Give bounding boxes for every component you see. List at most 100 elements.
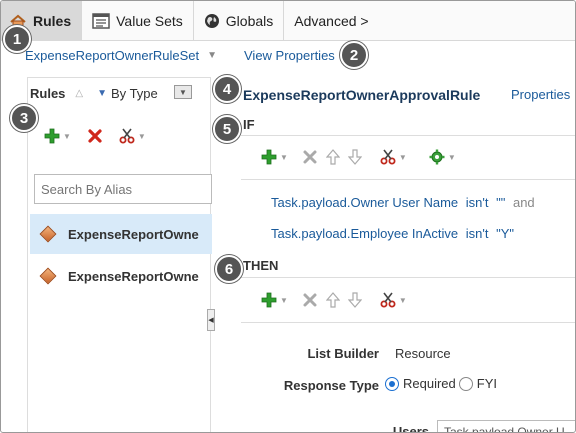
users-label: Users	[392, 424, 429, 433]
move-up-button[interactable]	[325, 292, 340, 308]
tab-globals-label: Globals	[225, 12, 274, 29]
sort-by-label: By Type	[111, 86, 158, 101]
tab-globals[interactable]: Globals	[194, 1, 285, 41]
value-sets-icon	[92, 12, 110, 29]
chevron-down-icon: ▼	[63, 131, 71, 141]
callout-badge: 6	[215, 255, 243, 283]
radio-required-label: Required	[403, 376, 456, 391]
delete-icon	[303, 150, 317, 164]
callout-badge: 2	[340, 41, 368, 69]
add-icon	[261, 292, 277, 308]
rules-list-panel: Rules △ ▼ By Type ▼ ▼ ▼ ExpenseReportOwn…	[27, 77, 212, 432]
chevron-down-icon: ▼	[398, 152, 407, 162]
add-icon	[44, 128, 60, 144]
cut-action-button[interactable]: ▼	[380, 292, 407, 308]
tab-advanced[interactable]: Advanced >	[284, 1, 378, 41]
cut-rule-button[interactable]: ▼	[119, 128, 146, 144]
cut-condition-button[interactable]: ▼	[380, 149, 407, 165]
arrow-up-icon	[325, 292, 340, 308]
rule-detail-panel: ExpenseReportOwnerApprovalRule Propertie…	[215, 77, 575, 433]
scissors-icon	[380, 292, 396, 308]
rule-list-item-label: ExpenseReportOwne	[68, 268, 199, 284]
callout-badge: 3	[10, 104, 38, 132]
users-input[interactable]: Task.payload.Owner U	[437, 420, 575, 432]
add-rule-button[interactable]: ▼	[44, 128, 71, 144]
top-tab-bar: Rules Value Sets Globals Advanced >	[1, 1, 575, 41]
sort-descending-icon[interactable]: ▼	[97, 88, 107, 99]
condition-operator[interactable]: isn't	[466, 195, 489, 210]
radio-fyi-label: FYI	[476, 376, 497, 391]
rules-list-header: Rules △ ▼ By Type	[30, 86, 158, 101]
radio-required[interactable]	[385, 376, 399, 391]
rule-icon	[39, 267, 57, 285]
if-section-label: IF	[243, 117, 255, 132]
add-condition-button[interactable]: ▼	[261, 149, 288, 165]
properties-link[interactable]: Properties	[511, 87, 570, 102]
add-action-button[interactable]: ▼	[261, 292, 288, 308]
chevron-down-icon: ▼	[447, 152, 456, 162]
condition-row[interactable]: Task.payload.Owner User Name isn't "" an…	[271, 195, 535, 210]
arrow-down-icon	[347, 292, 362, 308]
ruleset-selector[interactable]: ExpenseReportOwnerRuleSet ▼	[25, 48, 217, 63]
divider	[241, 135, 575, 136]
list-builder-value[interactable]: Resource	[395, 346, 451, 361]
chevron-down-icon: ▼	[207, 50, 218, 61]
move-down-button[interactable]	[347, 149, 362, 165]
condition-settings-button[interactable]: ▼	[429, 149, 456, 165]
condition-row[interactable]: Task.payload.Employee InActive isn't "Y"	[271, 226, 514, 241]
delete-rule-button[interactable]	[87, 128, 103, 144]
then-toolbar: ▼ ▼	[261, 292, 415, 308]
condition-value[interactable]: ""	[496, 195, 505, 210]
view-properties-link[interactable]: View Properties	[244, 48, 335, 63]
tab-value-sets[interactable]: Value Sets	[82, 1, 194, 41]
delete-condition-button[interactable]	[302, 149, 318, 165]
add-icon	[261, 149, 277, 165]
chevron-down-icon: ▼	[280, 295, 288, 305]
then-section-label: THEN	[243, 258, 279, 273]
search-by-alias-input[interactable]	[34, 174, 212, 204]
delete-icon	[88, 129, 102, 143]
condition-operator[interactable]: isn't	[466, 226, 489, 241]
rule-title: ExpenseReportOwnerApprovalRule	[243, 87, 481, 103]
callout-badge: 4	[213, 75, 241, 103]
tab-rules-label: Rules	[33, 12, 72, 29]
callout-badge: 1	[3, 25, 31, 53]
chevron-down-icon: ▼	[280, 152, 288, 162]
move-down-button[interactable]	[347, 292, 362, 308]
condition-field[interactable]: Task.payload.Employee InActive	[271, 226, 458, 241]
rule-list-item-label: ExpenseReportOwne	[68, 226, 199, 242]
divider	[241, 277, 575, 278]
rule-list-item[interactable]: ExpenseReportOwne	[30, 256, 212, 296]
delete-icon	[303, 293, 317, 307]
callout-badge: 5	[213, 115, 241, 143]
tab-advanced-label: Advanced >	[294, 12, 369, 29]
sort-ascending-icon[interactable]: △	[75, 88, 83, 99]
response-type-options: Required FYI	[385, 376, 497, 391]
rules-list-toolbar: ▼ ▼	[44, 128, 154, 144]
gear-icon	[429, 149, 445, 165]
rule-icon	[39, 225, 57, 243]
divider	[241, 179, 575, 180]
rules-list-title: Rules	[30, 86, 66, 101]
tab-value-sets-label: Value Sets	[116, 12, 183, 29]
sort-dropdown-button[interactable]: ▼	[174, 85, 192, 99]
panel-collapse-handle[interactable]: ◀	[207, 309, 215, 331]
chevron-down-icon: ▼	[398, 295, 407, 305]
list-builder-label: List Builder	[307, 346, 379, 361]
condition-field[interactable]: Task.payload.Owner User Name	[271, 195, 458, 210]
if-toolbar: ▼ ▼ ▼	[261, 149, 464, 165]
move-up-button[interactable]	[325, 149, 340, 165]
globe-icon	[204, 13, 220, 29]
arrow-up-icon	[325, 149, 340, 165]
ruleset-name: ExpenseReportOwnerRuleSet	[25, 48, 200, 63]
rule-list-item[interactable]: ExpenseReportOwne	[30, 214, 212, 254]
response-type-label: Response Type	[283, 378, 379, 393]
rules-editor-window: Rules Value Sets Globals Advanced > Expe…	[0, 0, 576, 433]
scissors-icon	[119, 128, 135, 144]
condition-value[interactable]: "Y"	[496, 226, 514, 241]
chevron-down-icon: ▼	[137, 131, 146, 141]
condition-conjunction[interactable]: and	[513, 195, 535, 210]
radio-fyi[interactable]	[458, 376, 473, 391]
arrow-down-icon	[347, 149, 362, 165]
delete-action-button[interactable]	[302, 292, 318, 308]
